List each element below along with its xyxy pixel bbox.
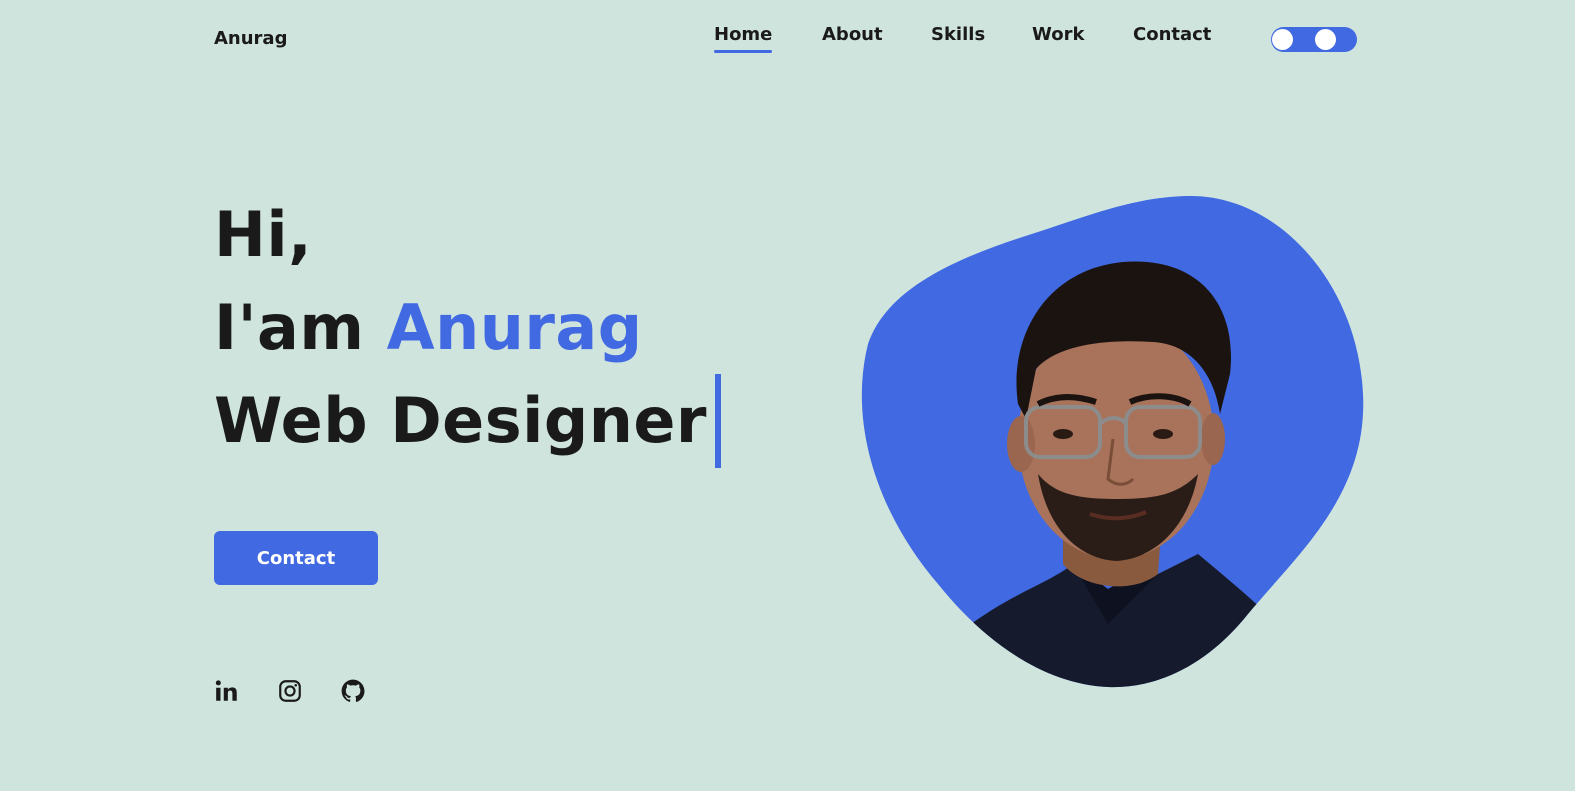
hero-intro: I'am Anurag (214, 281, 721, 374)
nav-work[interactable]: Work (1032, 24, 1084, 45)
github-icon[interactable] (340, 678, 366, 704)
hero-name: Anurag (386, 291, 643, 364)
toggle-knob-right (1315, 29, 1336, 50)
nav-home[interactable]: Home (714, 24, 773, 53)
toggle-knob-left (1272, 29, 1293, 50)
nav-about[interactable]: About (822, 24, 883, 45)
theme-toggle[interactable] (1271, 27, 1357, 52)
linkedin-icon[interactable] (214, 678, 240, 704)
hero-intro-prefix: I'am (214, 291, 365, 364)
hero-role: Web Designer (214, 384, 708, 457)
instagram-icon[interactable] (277, 678, 303, 704)
profile-blob (858, 194, 1368, 694)
site-logo[interactable]: Anurag (214, 28, 287, 49)
hero-role-line: Web Designer (214, 373, 722, 472)
typing-cursor (715, 373, 722, 468)
contact-button[interactable]: Contact (214, 531, 378, 585)
nav-skills[interactable]: Skills (931, 24, 985, 45)
hero-greeting: Hi, (214, 198, 313, 271)
nav-contact[interactable]: Contact (1133, 24, 1211, 45)
profile-illustration (861, 195, 1364, 688)
hero-heading: Hi, I'am Anurag Web Designer (214, 188, 722, 472)
